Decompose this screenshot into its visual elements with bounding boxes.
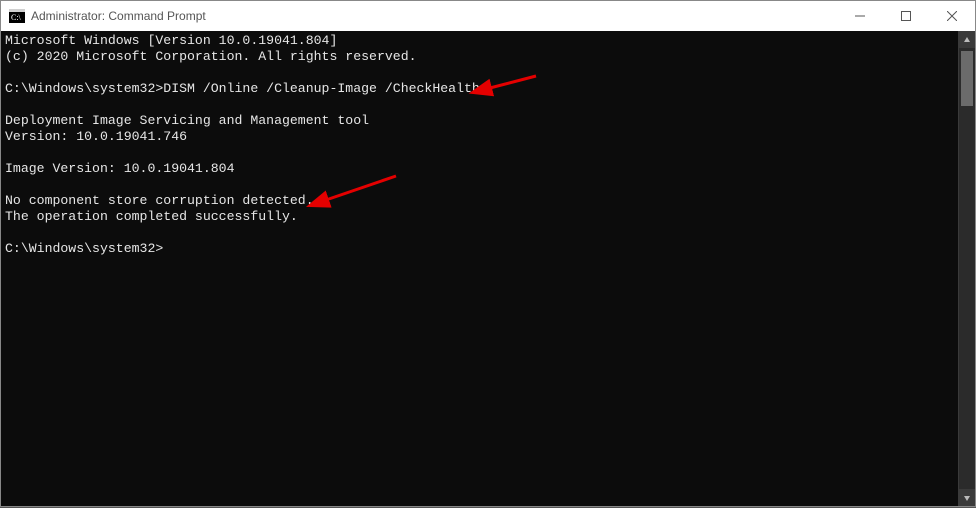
maximize-button[interactable] [883, 1, 929, 31]
vertical-scrollbar[interactable] [958, 31, 975, 506]
client-area: Microsoft Windows [Version 10.0.19041.80… [1, 31, 975, 506]
console-output[interactable]: Microsoft Windows [Version 10.0.19041.80… [1, 31, 958, 506]
command-prompt-window: C:\ Administrator: Command Prompt Micros… [0, 0, 976, 507]
scroll-up-button[interactable] [959, 31, 975, 48]
scroll-thumb[interactable] [961, 51, 973, 106]
svg-text:C:\: C:\ [11, 13, 22, 22]
scroll-down-button[interactable] [959, 489, 975, 506]
close-button[interactable] [929, 1, 975, 31]
minimize-button[interactable] [837, 1, 883, 31]
titlebar[interactable]: C:\ Administrator: Command Prompt [1, 1, 975, 31]
window-title: Administrator: Command Prompt [31, 9, 206, 23]
app-icon: C:\ [9, 8, 25, 24]
